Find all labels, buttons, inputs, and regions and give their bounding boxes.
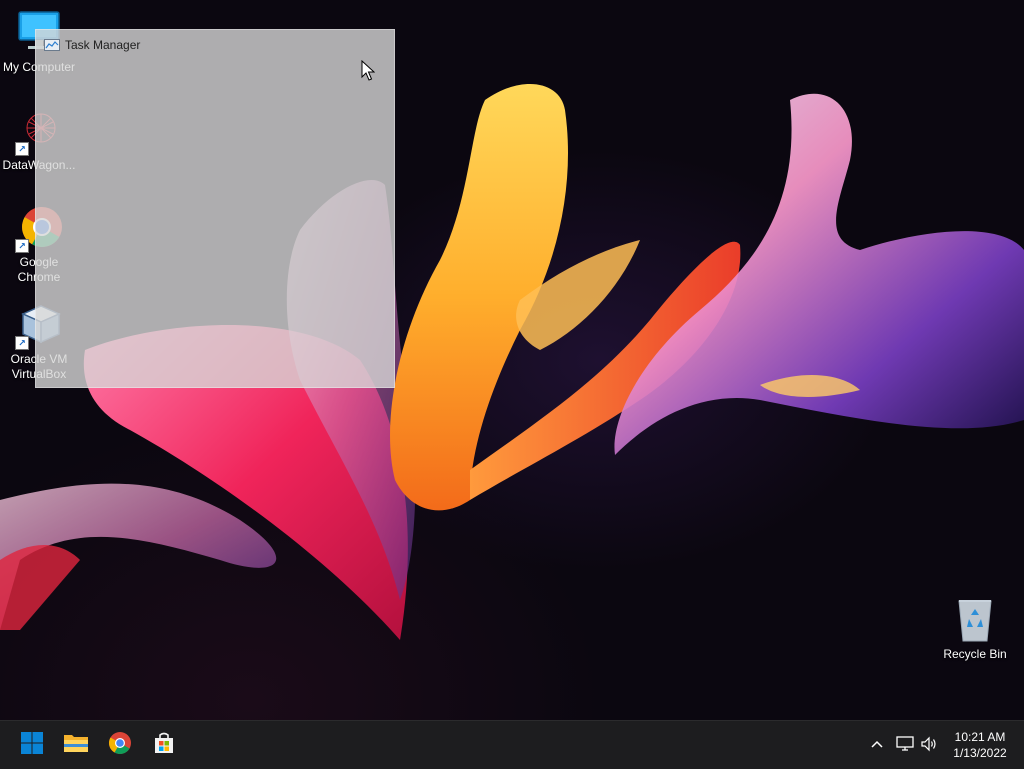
- shortcut-arrow-icon: ↗: [15, 336, 29, 350]
- shortcut-arrow-icon: ↗: [15, 142, 29, 156]
- shortcut-arrow-icon: ↗: [15, 239, 29, 253]
- chevron-up-icon[interactable]: [866, 733, 888, 755]
- taskbar-file-explorer-button[interactable]: [60, 729, 92, 761]
- taskbar: 10:21 AM 1/13/2022: [0, 720, 1024, 769]
- chrome-icon: [108, 731, 132, 760]
- window-title: Task Manager: [65, 38, 141, 52]
- desktop-icon-recycle-bin[interactable]: Recycle Bin: [936, 597, 1014, 662]
- folder-icon: [63, 732, 89, 759]
- start-button[interactable]: [16, 729, 48, 761]
- task-manager-icon: [44, 39, 60, 51]
- volume-icon[interactable]: [918, 733, 940, 755]
- clock-date: 1/13/2022: [953, 746, 1007, 760]
- network-icon[interactable]: [894, 733, 916, 755]
- clock-time: 10:21 AM: [954, 730, 1006, 744]
- task-manager-window[interactable]: Task Manager: [35, 29, 395, 388]
- taskbar-clock[interactable]: 10:21 AM 1/13/2022: [944, 729, 1016, 761]
- windows-logo-icon: [20, 731, 44, 760]
- recycle-bin-icon: [951, 597, 999, 645]
- desktop-icon-label: Recycle Bin: [943, 647, 1007, 661]
- window-titlebar[interactable]: Task Manager: [36, 30, 394, 60]
- taskbar-chrome-button[interactable]: [104, 729, 136, 761]
- taskbar-store-button[interactable]: [148, 729, 180, 761]
- store-icon: [152, 731, 176, 760]
- mouse-cursor-icon: [361, 59, 376, 87]
